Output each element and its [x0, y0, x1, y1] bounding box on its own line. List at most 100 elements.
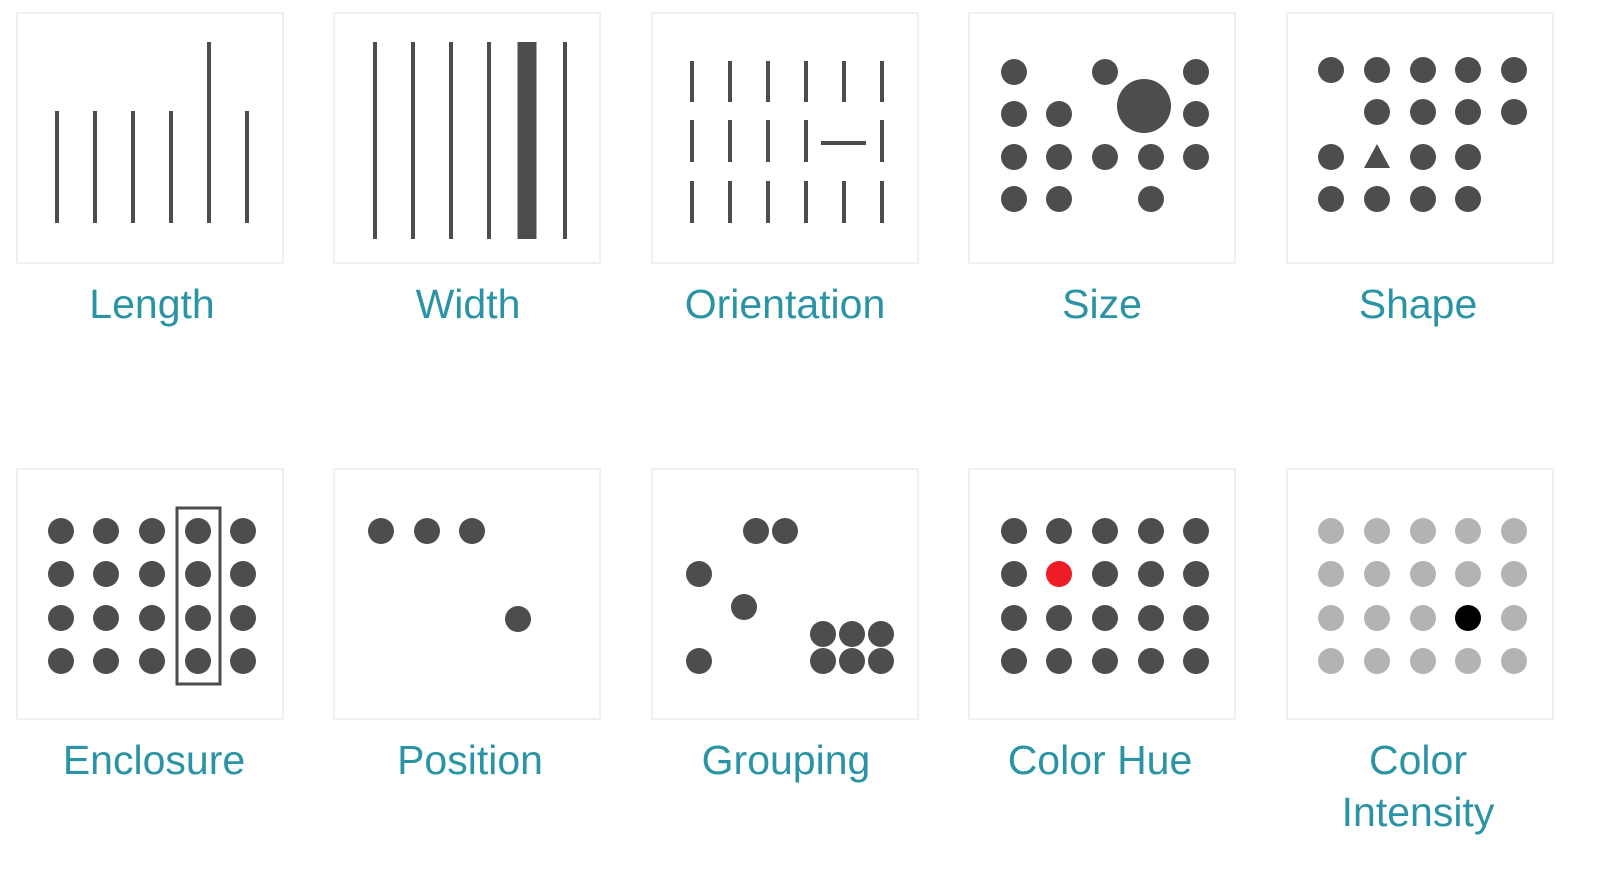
dot	[731, 594, 757, 620]
light-dot	[1455, 648, 1481, 674]
label-grouping: Grouping	[701, 737, 871, 783]
dot	[368, 518, 394, 544]
dot	[1183, 518, 1209, 544]
shape-illustration	[1318, 57, 1527, 212]
dot	[1001, 561, 1027, 587]
dot	[93, 605, 119, 631]
dot	[1001, 101, 1027, 127]
dot	[1092, 59, 1118, 85]
dot	[1138, 648, 1164, 674]
dot	[772, 518, 798, 544]
dot	[839, 621, 865, 647]
label-length: Length	[89, 281, 215, 327]
dot	[1092, 648, 1118, 674]
width-illustration	[373, 42, 567, 239]
dot	[686, 648, 712, 674]
dot	[1455, 57, 1481, 83]
dot	[1001, 518, 1027, 544]
tile-color-hue	[968, 468, 1236, 720]
dot	[185, 561, 211, 587]
light-dot	[1455, 518, 1481, 544]
dot	[185, 518, 211, 544]
dot	[1046, 186, 1072, 212]
dot	[93, 518, 119, 544]
dot	[48, 561, 74, 587]
dot	[1183, 101, 1209, 127]
light-dot	[1501, 648, 1527, 674]
dot	[1092, 144, 1118, 170]
dot	[1318, 57, 1344, 83]
tile-width	[333, 12, 601, 264]
light-dot	[1364, 648, 1390, 674]
light-dot	[1318, 648, 1344, 674]
dot	[1138, 518, 1164, 544]
dot	[1138, 561, 1164, 587]
dot	[1138, 144, 1164, 170]
light-dot	[1318, 605, 1344, 631]
dot	[1092, 518, 1118, 544]
light-dot	[1364, 605, 1390, 631]
dot	[839, 648, 865, 674]
dot	[1455, 99, 1481, 125]
dot	[139, 605, 165, 631]
dot	[48, 648, 74, 674]
dot	[48, 605, 74, 631]
dot	[1183, 605, 1209, 631]
dot	[139, 518, 165, 544]
label-width: Width	[415, 281, 521, 327]
tile-grouping	[651, 468, 919, 720]
color-hue-illustration	[1001, 518, 1209, 674]
dot	[1046, 144, 1072, 170]
light-dot	[1410, 648, 1436, 674]
light-dot	[1410, 561, 1436, 587]
light-dot	[1364, 561, 1390, 587]
dot	[810, 621, 836, 647]
dot	[1455, 186, 1481, 212]
dot	[1183, 144, 1209, 170]
dot	[1001, 186, 1027, 212]
light-dot	[1318, 561, 1344, 587]
dot	[1183, 59, 1209, 85]
dot	[1455, 144, 1481, 170]
grouping-illustration	[686, 518, 894, 674]
dot	[1001, 605, 1027, 631]
dot	[414, 518, 440, 544]
dot	[1318, 186, 1344, 212]
light-dot	[1318, 518, 1344, 544]
tile-position	[333, 468, 601, 720]
position-illustration	[368, 518, 531, 632]
dot	[1318, 144, 1344, 170]
length-illustration	[55, 42, 249, 223]
dot	[1001, 648, 1027, 674]
dot	[1001, 59, 1027, 85]
orientation-illustration	[690, 61, 884, 223]
dot	[1046, 648, 1072, 674]
dot	[1046, 101, 1072, 127]
dot	[1183, 561, 1209, 587]
dot	[1092, 605, 1118, 631]
dot	[1410, 57, 1436, 83]
dot	[93, 648, 119, 674]
light-dot	[1410, 605, 1436, 631]
dot	[459, 518, 485, 544]
triangle-mark	[1364, 144, 1390, 168]
dot	[1046, 518, 1072, 544]
enclosure-illustration	[48, 506, 256, 686]
red-dot	[1046, 561, 1072, 587]
offset-dot	[505, 606, 531, 632]
dot	[868, 621, 894, 647]
dot	[810, 648, 836, 674]
tile-shape	[1286, 12, 1554, 264]
dot	[1138, 605, 1164, 631]
label-color-hue: Color Hue	[1007, 737, 1193, 783]
dot	[230, 605, 256, 631]
tile-enclosure	[16, 468, 284, 720]
dot	[1092, 561, 1118, 587]
light-dot	[1501, 605, 1527, 631]
large-dot	[1117, 79, 1171, 133]
color-intensity-illustration	[1318, 518, 1527, 674]
light-dot	[1455, 561, 1481, 587]
label-orientation: Orientation	[684, 281, 886, 327]
label-enclosure: Enclosure	[62, 737, 246, 783]
dot	[1501, 57, 1527, 83]
